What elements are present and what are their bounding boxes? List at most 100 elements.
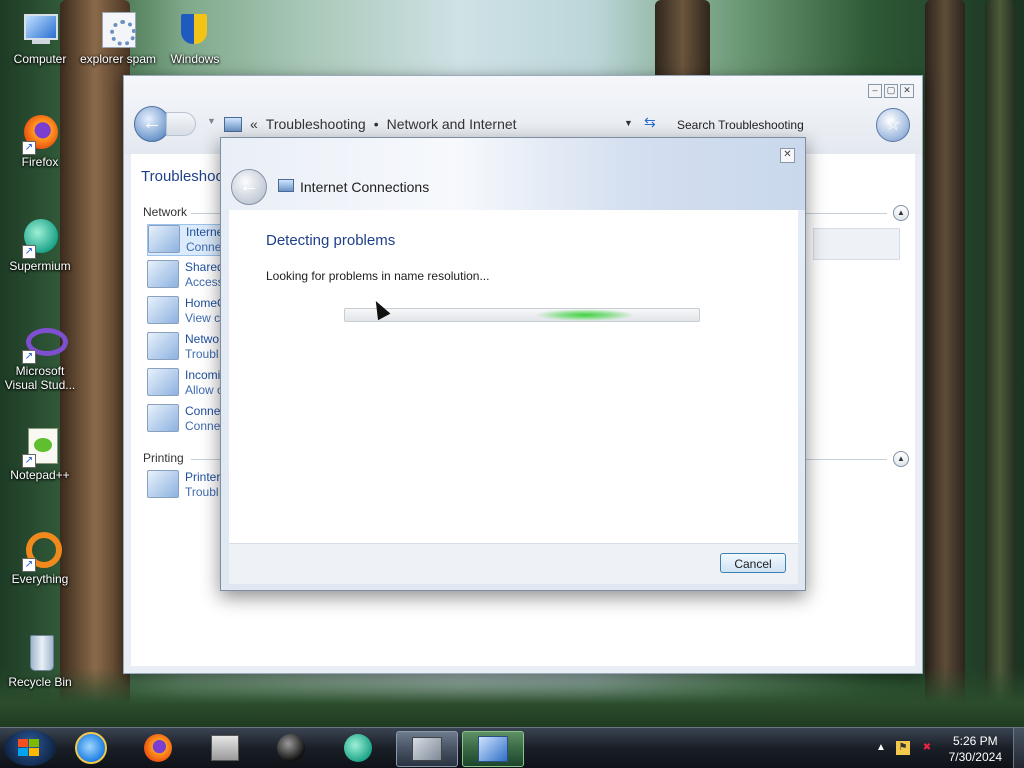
shortcut-arrow-icon: ↗ [22, 245, 36, 259]
internet-connections-icon [478, 736, 508, 762]
taskbar-file-explorer[interactable] [197, 731, 253, 765]
address-dropdown-icon[interactable]: ▼ [624, 118, 633, 128]
supermium-icon: ↗ [20, 217, 60, 259]
desktop-icon-supermium[interactable]: ↗ Supermium [0, 217, 80, 273]
history-dropdown-icon[interactable]: ▼ [207, 116, 216, 126]
clock-time: 5:26 PM [952, 734, 998, 748]
status-text: Looking for problems in name resolution.… [266, 269, 490, 283]
collapse-printing-icon[interactable]: ▲ [893, 451, 909, 467]
desktop-icon-computer[interactable]: Computer [0, 10, 80, 66]
search-input[interactable]: Search Troubleshooting [677, 118, 804, 132]
breadcrumb-separator[interactable]: « [250, 116, 258, 132]
start-button[interactable] [4, 730, 56, 766]
desktop-icon-explorer-spam[interactable]: explorer spam [78, 10, 158, 66]
dialog-header: ✕ ← Internet Connections [221, 138, 805, 210]
firefox-icon: ↗ [20, 113, 60, 155]
desktop-icon-visual-studio[interactable]: ↗ Microsoft Visual Stud... [0, 322, 80, 392]
incoming-connections-icon [147, 368, 179, 396]
recycle-bin-icon [20, 633, 60, 673]
item-title: Printer [185, 470, 221, 484]
desktop-icon-label: Firefox [21, 155, 59, 169]
desktop-icon-firefox[interactable]: ↗ Firefox [0, 113, 80, 169]
shortcut-arrow-icon: ↗ [22, 141, 36, 155]
desktop-icon-windows[interactable]: Windows [155, 10, 235, 66]
cancel-button[interactable]: Cancel [720, 553, 786, 573]
taskbar: ▲ ⚑ ✖ 5:26 PM 7/30/2024 [0, 727, 1024, 768]
taskbar-control-panel[interactable] [396, 731, 458, 767]
desktop-icon-label: Notepad++ [10, 468, 70, 482]
list-item-shared-folders[interactable]: Shared Access [147, 260, 224, 290]
control-panel-icon [224, 116, 242, 132]
windows-shield-icon [175, 10, 215, 50]
back-button[interactable]: ← [231, 169, 267, 205]
list-item-connection-workplace[interactable]: Conne Conne [147, 404, 220, 434]
troubleshooter-dialog: ✕ ← Internet Connections Detecting probl… [220, 137, 806, 591]
item-title: Netwo [185, 332, 220, 346]
dialog-title: Internet Connections [300, 179, 430, 195]
minimize-icon[interactable]: – [868, 84, 882, 98]
window-controls: – ▢ ✕ [868, 84, 914, 98]
desktop-icon-label: Microsoft Visual Stud... [4, 364, 76, 392]
firefox-icon [144, 734, 172, 762]
tree-trunk [985, 0, 1015, 728]
dialog-content: Detecting problems Looking for problems … [229, 210, 798, 543]
list-item-network-adapter[interactable]: Netwo Troubl [147, 332, 219, 362]
network-adapter-icon [147, 332, 179, 360]
shortcut-arrow-icon: ↗ [22, 558, 36, 572]
gear-document-icon [98, 10, 138, 50]
taskbar-internet-explorer[interactable] [63, 731, 119, 765]
media-player-icon [277, 734, 305, 762]
item-subtitle: Access [185, 275, 224, 289]
desktop-icon-everything[interactable]: ↗ Everything [0, 530, 80, 586]
shared-folders-icon [147, 260, 179, 288]
taskbar-firefox[interactable] [130, 731, 186, 765]
computer-icon [20, 10, 60, 50]
internet-explorer-icon [75, 732, 107, 764]
maximize-icon[interactable]: ▢ [884, 84, 898, 98]
item-subtitle: Conne [185, 419, 221, 433]
desktop-icon-label: Computer [13, 52, 67, 66]
desktop-icon-label: Everything [11, 572, 69, 586]
close-icon[interactable]: ✕ [900, 84, 914, 98]
page-title: Troubleshoo [141, 168, 224, 185]
arrow-left-icon: ← [142, 112, 162, 134]
desktop-icon-label: Supermium [9, 259, 71, 273]
shortcut-arrow-icon: ↗ [22, 454, 36, 468]
list-item-incoming-connections[interactable]: Incomi Allow c [147, 368, 223, 398]
control-panel-icon [412, 737, 442, 761]
refresh-icon[interactable]: ⇆ [644, 114, 656, 131]
tree-trunk [655, 0, 710, 80]
breadcrumb-troubleshooting[interactable]: Troubleshooting [266, 116, 366, 132]
close-icon[interactable]: ✕ [780, 148, 795, 163]
list-item-homegroup[interactable]: HomeG View co [147, 296, 227, 326]
list-item-internet-connections[interactable]: Interne Conne [147, 224, 225, 256]
speaker-muted-icon[interactable]: ✖ [920, 741, 934, 755]
clock[interactable]: 5:26 PM 7/30/2024 [949, 733, 1002, 765]
action-center-icon[interactable]: ⚑ [896, 741, 910, 755]
clock-date: 7/30/2024 [948, 750, 1002, 764]
breadcrumb-dot: • [373, 116, 379, 132]
breadcrumb-network-internet[interactable]: Network and Internet [387, 116, 517, 132]
collapse-network-icon[interactable]: ▲ [893, 205, 909, 221]
help-icon[interactable]: ☆ [876, 108, 910, 142]
breadcrumb: « Troubleshooting • Network and Internet [224, 116, 517, 132]
item-subtitle: Troubl [185, 347, 219, 361]
back-button[interactable]: ← [134, 106, 170, 142]
visual-studio-icon: ↗ [20, 322, 68, 364]
notepadpp-icon: ↗ [20, 426, 60, 468]
forest-ground [0, 668, 1024, 728]
item-subtitle: Troubl [185, 485, 219, 499]
taskbar-media-app[interactable] [263, 731, 319, 765]
forward-button[interactable] [166, 112, 196, 136]
show-desktop-button[interactable] [1013, 728, 1024, 768]
windows-logo-icon [18, 739, 40, 757]
internet-connections-icon [278, 179, 294, 192]
list-item-printer[interactable]: Printer Troubl [147, 470, 220, 500]
show-hidden-icons-icon[interactable]: ▲ [874, 741, 888, 755]
section-printing: Printing [143, 451, 184, 465]
taskbar-supermium[interactable] [330, 731, 386, 765]
taskbar-troubleshooter[interactable] [462, 731, 524, 767]
desktop-icon-notepadpp[interactable]: ↗ Notepad++ [0, 426, 80, 482]
desktop-icon-recycle-bin[interactable]: Recycle Bin [0, 633, 80, 689]
progress-marquee [535, 309, 635, 321]
